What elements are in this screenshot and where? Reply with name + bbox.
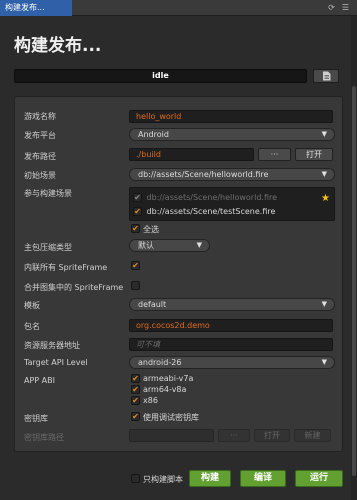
scene-path: db://assets/Scene/testScene.fire: [146, 207, 276, 216]
status-bar: idle: [14, 69, 307, 83]
chevron-down-icon: ▼: [321, 300, 327, 308]
tab-build[interactable]: 构建发布...: [0, 0, 72, 16]
target-api-label: Target API Level: [24, 358, 88, 367]
abi-arm64-label: arm64-v8a: [143, 385, 187, 394]
inline-spriteframe-label: 内联所有 SpriteFrame: [24, 263, 108, 272]
platform-select[interactable]: Android ▼: [129, 128, 335, 141]
keystore-path-label: 密钥库路径: [24, 433, 64, 442]
run-button[interactable]: 运行: [295, 470, 343, 487]
scrollbar-thumb[interactable]: [352, 86, 356, 476]
package-name-label: 包名: [24, 322, 40, 331]
build-path-open-button[interactable]: 打开: [295, 148, 333, 161]
keystore-new-button[interactable]: 新建: [294, 429, 331, 442]
keystore-path-input[interactable]: [129, 429, 214, 442]
inline-spriteframe-checkbox[interactable]: ✔: [131, 261, 140, 270]
select-all-checkbox[interactable]: ✔: [131, 224, 140, 233]
build-script-only-label: 只构建脚本: [143, 475, 183, 484]
game-name-input[interactable]: hello_world: [129, 110, 333, 123]
abi-armeabi-label: armeabi-v7a: [143, 374, 194, 383]
chevron-down-icon: ▼: [196, 241, 202, 249]
template-label: 模板: [24, 301, 40, 310]
abi-x86-label: x86: [143, 396, 158, 405]
start-scene-value: db://assets/Scene/helloworld.fire: [138, 170, 269, 179]
target-api-select[interactable]: android-26 ▼: [129, 356, 335, 369]
menu-icon[interactable]: ☰: [340, 2, 351, 13]
keystore-open-button[interactable]: 打开: [254, 429, 290, 442]
scene-list: ✔ db://assets/Scene/helloworld.fire ★ ✔ …: [129, 187, 335, 221]
game-name-label: 游戏名称: [24, 112, 56, 121]
template-select[interactable]: default ▼: [129, 298, 335, 311]
build-path-input[interactable]: ./build: [129, 148, 254, 161]
scenes-label: 参与构建场景: [24, 189, 72, 198]
keystore-label: 密钥库: [24, 414, 48, 423]
start-scene-label: 初始场景: [24, 171, 56, 180]
window-tab-bar: 构建发布... ⟳ ☰: [0, 0, 357, 16]
platform-value: Android: [138, 130, 169, 139]
platform-label: 发布平台: [24, 131, 56, 140]
target-api-value: android-26: [138, 358, 182, 367]
select-all-label: 全选: [143, 225, 159, 234]
document-icon: [322, 71, 330, 81]
merge-spriteframe-label: 合并图集中的 SpriteFrame: [24, 283, 124, 292]
abi-x86-checkbox[interactable]: ✔: [131, 396, 140, 405]
resource-server-label: 资源服务器地址: [24, 341, 80, 350]
compression-value: 默认: [138, 241, 154, 250]
resource-server-input[interactable]: 可不填: [129, 338, 333, 351]
refresh-icon[interactable]: ⟳: [326, 2, 337, 13]
build-path-browse-button[interactable]: ···: [258, 148, 291, 161]
abi-arm64-checkbox[interactable]: ✔: [131, 385, 140, 394]
debug-keystore-checkbox[interactable]: ✔: [131, 412, 140, 421]
list-item[interactable]: ✔ db://assets/Scene/testScene.fire: [133, 207, 275, 216]
scene-checkbox[interactable]: ✔: [133, 193, 142, 202]
app-abi-label: APP ABI: [24, 376, 55, 385]
build-script-only-checkbox[interactable]: [131, 474, 140, 483]
debug-keystore-label: 使用调试密钥库: [143, 413, 199, 422]
compression-select[interactable]: 默认 ▼: [129, 239, 210, 252]
template-value: default: [138, 300, 167, 309]
scrollbar[interactable]: [351, 16, 357, 500]
chevron-down-icon: ▼: [321, 358, 327, 366]
chevron-down-icon: ▼: [321, 130, 327, 138]
merge-spriteframe-checkbox[interactable]: [131, 281, 140, 290]
star-icon: ★: [321, 193, 330, 204]
compression-label: 主包压缩类型: [24, 243, 72, 252]
package-name-input[interactable]: org.cocos2d.demo: [129, 319, 333, 332]
keystore-browse-button[interactable]: ···: [218, 429, 250, 442]
compile-button[interactable]: 编译: [240, 470, 286, 487]
start-scene-select[interactable]: db://assets/Scene/helloworld.fire ▼: [129, 168, 335, 181]
chevron-down-icon: ▼: [321, 170, 327, 178]
abi-armeabi-checkbox[interactable]: ✔: [131, 374, 140, 383]
build-button[interactable]: 构建: [189, 470, 231, 487]
list-item[interactable]: ✔ db://assets/Scene/helloworld.fire: [133, 193, 277, 202]
build-path-label: 发布路径: [24, 152, 56, 161]
open-log-button[interactable]: [313, 69, 339, 83]
page-title: 构建发布...: [14, 36, 102, 56]
scene-checkbox[interactable]: ✔: [133, 207, 142, 216]
scene-path: db://assets/Scene/helloworld.fire: [146, 193, 278, 202]
